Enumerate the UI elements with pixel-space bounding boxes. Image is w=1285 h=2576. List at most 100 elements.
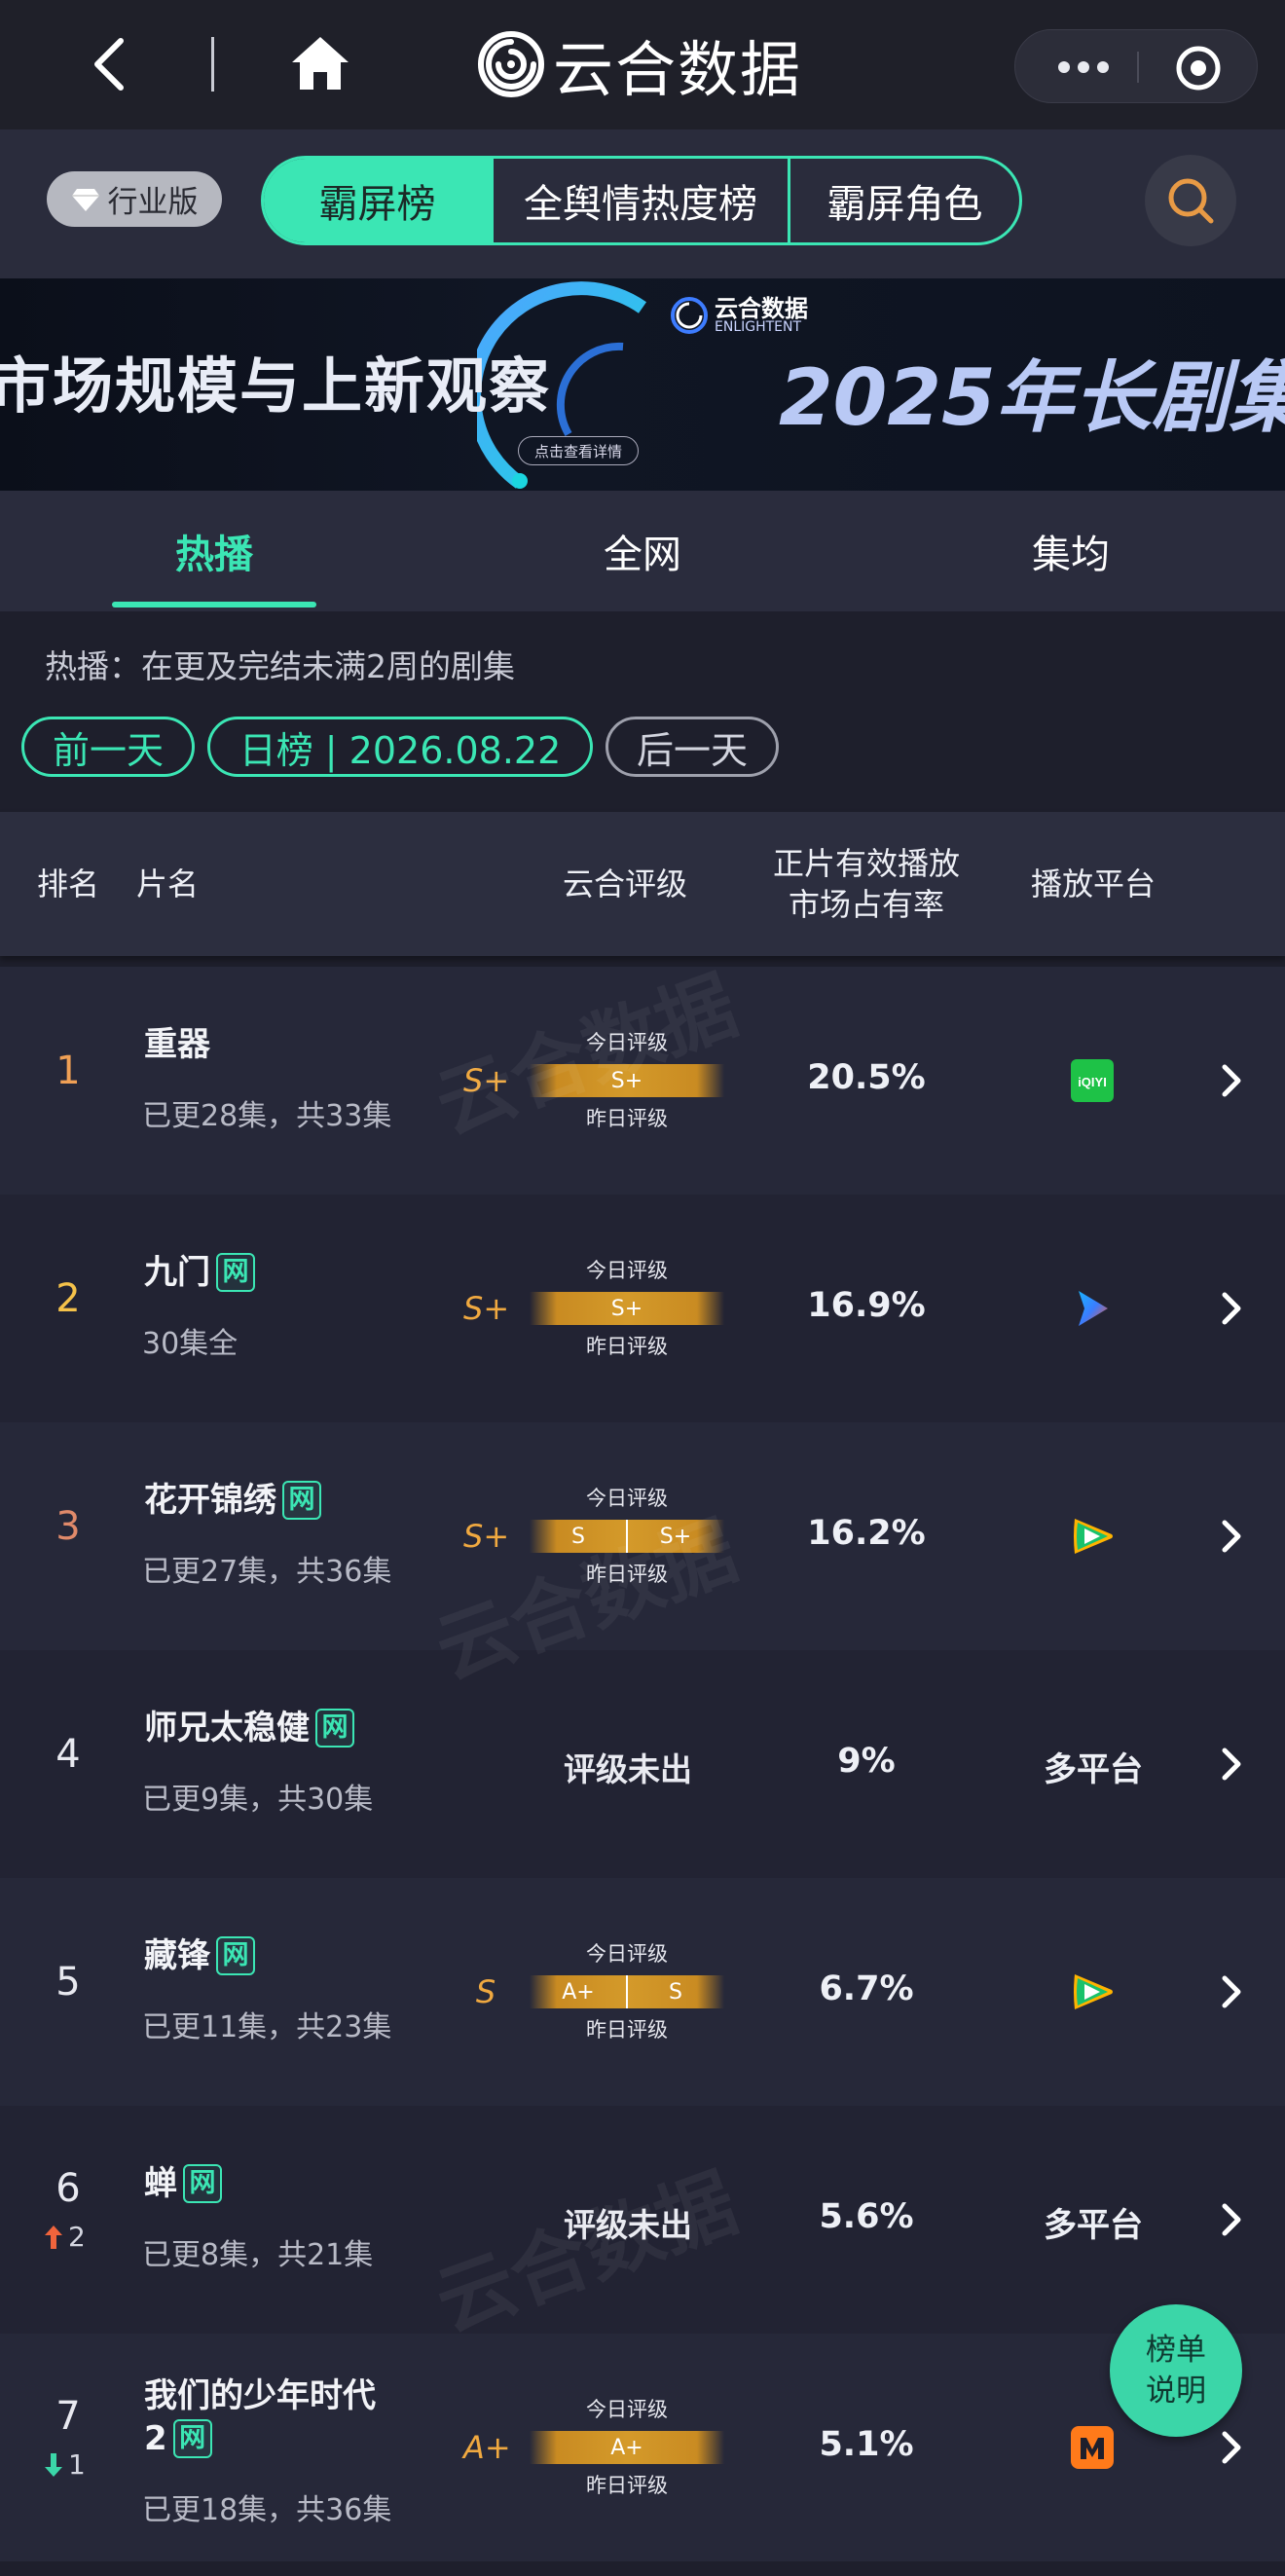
rank-change: 2 xyxy=(43,2221,86,2253)
chevron-right-icon[interactable] xyxy=(1219,2200,1244,2239)
today-rating-label: 今日评级 xyxy=(586,1259,668,1282)
promo-banner[interactable]: 市场规模与上新观察 云合数据 ENLIGHTENT 点击查看详情 2025年长剧… xyxy=(0,278,1285,491)
chevron-right-icon[interactable] xyxy=(1219,1517,1244,1556)
date-selector[interactable]: 日榜 | 2026.08.22 xyxy=(207,717,593,777)
web-series-badge: 网 xyxy=(183,2164,222,2203)
top-nav-bar: 云合数据 xyxy=(0,0,1285,129)
table-row[interactable]: 5 藏锋网已更11集，共23集 S 今日评级 A+ S 昨日评级 6.7% xyxy=(0,1878,1285,2106)
tab-all-network[interactable]: 全网 xyxy=(540,491,745,611)
definition-note: 热播：在更及完结未满2周的剧集 xyxy=(45,647,515,685)
rating-bar: 今日评级 A+ S 昨日评级 xyxy=(530,1942,724,2042)
tencent-icon xyxy=(1055,1511,1129,1562)
chart-type-header: 行业版 霸屏榜 全舆情热度榜 霸屏角色 xyxy=(0,129,1285,278)
rating-grade: S+ xyxy=(463,1518,510,1555)
banner-detail-button[interactable]: 点击查看详情 xyxy=(518,436,639,465)
prev-day-button[interactable]: 前一天 xyxy=(21,717,195,777)
chevron-right-icon[interactable] xyxy=(1219,1745,1244,1784)
chevron-left-icon[interactable] xyxy=(84,33,134,95)
chevron-right-icon[interactable] xyxy=(1219,1061,1244,1100)
show-title: 师兄太稳健网 xyxy=(144,1707,354,1749)
today-rating-value: S+ xyxy=(610,1296,643,1321)
edition-label: 行业版 xyxy=(107,185,199,220)
chevron-right-icon[interactable] xyxy=(1219,1289,1244,1328)
rating-grade: S+ xyxy=(463,1062,510,1099)
chevron-right-icon[interactable] xyxy=(1219,2428,1244,2467)
rank-change-value: 2 xyxy=(68,2221,86,2253)
trend-up-icon xyxy=(45,2225,62,2249)
list-tabs: 热播 全网 集均 xyxy=(0,491,1285,611)
rank-number: 6 xyxy=(55,2166,81,2211)
banner-logo-text: 云合数据 xyxy=(715,295,808,322)
table-row[interactable]: 6 2 蝉网已更8集，共21集 评级未出 5.6% 多平台 xyxy=(0,2106,1285,2334)
today-rating-value: A+ xyxy=(610,2435,643,2460)
rating-grade: A+ xyxy=(463,2429,511,2466)
diamond-icon xyxy=(71,188,99,211)
app-title: 云合数据 xyxy=(477,25,802,105)
today-rating-value: S+ xyxy=(659,1524,692,1549)
next-day-button[interactable]: 后一天 xyxy=(606,717,779,777)
chart-explanation-button[interactable]: 榜单 说明 xyxy=(1110,2304,1242,2437)
target-icon[interactable] xyxy=(1174,44,1223,92)
rank-number: 2 xyxy=(55,1276,81,1321)
mango-icon xyxy=(1055,2422,1129,2473)
edition-badge[interactable]: 行业版 xyxy=(47,171,222,227)
yesterday-rating-label: 昨日评级 xyxy=(586,1107,668,1130)
rating-grade: S xyxy=(475,1973,496,2010)
today-rating-label: 今日评级 xyxy=(586,1031,668,1054)
market-share: 9% xyxy=(837,1742,896,1781)
platform-multi: 多平台 xyxy=(1044,1750,1143,1789)
banner-left-text: 市场规模与上新观察 xyxy=(0,350,552,422)
episode-progress: 已更27集，共36集 xyxy=(142,1555,392,1589)
market-share: 16.2% xyxy=(807,1514,926,1553)
rating-pending: 评级未出 xyxy=(564,1750,692,1788)
yesterday-rating-label: 昨日评级 xyxy=(586,1563,668,1586)
tencent-icon xyxy=(1055,1967,1129,2017)
col-name: 片名 xyxy=(136,865,200,902)
yesterday-rating-label: 昨日评级 xyxy=(586,2018,668,2042)
col-rank: 排名 xyxy=(36,865,99,902)
search-button[interactable] xyxy=(1145,155,1236,246)
tab-per-episode[interactable]: 集均 xyxy=(969,491,1173,611)
yesterday-rating-label: 昨日评级 xyxy=(586,2474,668,2497)
rank-number: 4 xyxy=(55,1732,81,1777)
brand-logo-icon xyxy=(478,31,544,97)
home-icon[interactable] xyxy=(288,33,352,93)
platform-multi: 多平台 xyxy=(1044,2206,1143,2245)
episode-progress: 已更8集，共21集 xyxy=(142,2238,374,2272)
rating-bar: 今日评级 S+ 昨日评级 xyxy=(530,1259,724,1358)
search-icon xyxy=(1168,178,1214,224)
tab-bapingbang[interactable]: 霸屏榜 xyxy=(264,159,494,242)
table-row[interactable]: 2 九门网 30集全 S+ 今日评级 S+ 昨日评级 16.9% xyxy=(0,1195,1285,1422)
show-title: 我们的少年时代 xyxy=(144,2376,376,2415)
table-row[interactable]: 7 1 我们的少年时代 2 网已更18集，共36集 A+ 今日评级 A+ 昨日评级 5.1% xyxy=(0,2334,1285,2561)
today-rating-value: S+ xyxy=(610,1068,643,1093)
rank-number: 1 xyxy=(55,1049,81,1093)
market-share: 16.9% xyxy=(807,1286,926,1325)
iqiyi-icon: iQIYI xyxy=(1055,1055,1129,1106)
yesterday-rating-label: 昨日评级 xyxy=(586,1335,668,1358)
chart-tabs: 霸屏榜 全舆情热度榜 霸屏角色 xyxy=(261,156,1022,245)
tab-hot[interactable]: 热播 xyxy=(112,491,316,611)
market-share: 6.7% xyxy=(819,1969,914,2008)
rating-bar: 今日评级 A+ 昨日评级 xyxy=(530,2398,724,2497)
today-rating-label: 今日评级 xyxy=(586,1942,668,1966)
show-title: 九门网 xyxy=(144,1251,255,1294)
today-rating-label: 今日评级 xyxy=(586,1487,668,1510)
chevron-right-icon[interactable] xyxy=(1219,1972,1244,2011)
col-share-line2: 市场占有率 xyxy=(788,886,944,923)
tab-bapingjuese[interactable]: 霸屏角色 xyxy=(790,159,1019,242)
fab-line1: 榜单 xyxy=(1146,2333,1206,2368)
show-title-line2: 2网 xyxy=(144,2417,212,2460)
rank-number: 5 xyxy=(55,1960,81,2005)
episode-progress: 已更11集，共23集 xyxy=(142,2010,392,2044)
table-row[interactable]: 1 重器 已更28集，共33集 S+ 今日评级 S+ 昨日评级 20.5% iQIYI xyxy=(0,967,1285,1195)
today-rating-value: S xyxy=(669,1979,682,2005)
more-icon[interactable] xyxy=(1045,44,1122,91)
brand-logo-icon xyxy=(671,297,708,334)
table-row[interactable]: 4 师兄太稳健网已更9集，共30集 评级未出 9% 多平台 xyxy=(0,1650,1285,1878)
episode-progress: 已更9集，共30集 xyxy=(142,1783,374,1817)
table-header: 排名 片名 云合评级 正片有效播放 市场占有率 播放平台 xyxy=(0,812,1285,956)
active-tab-underline xyxy=(112,602,316,607)
tab-public-opinion[interactable]: 全舆情热度榜 xyxy=(494,159,790,242)
table-row[interactable]: 3 花开锦绣网已更27集，共36集 S+ 今日评级 S S+ 昨日评级 16.2% xyxy=(0,1422,1285,1650)
